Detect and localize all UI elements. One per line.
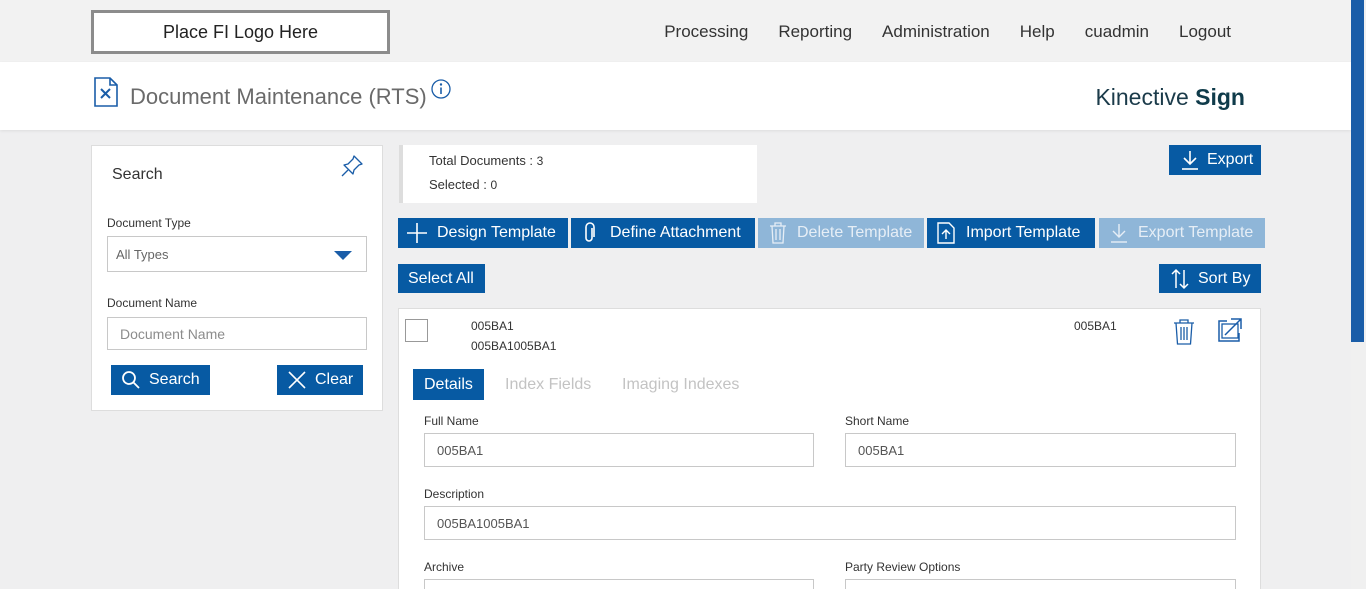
sort-icon: [1171, 268, 1189, 289]
clear-button[interactable]: Clear: [277, 365, 363, 395]
file-upload-icon: [937, 222, 955, 244]
plus-icon: [407, 223, 427, 243]
kinective-sign-brand: Kinective Sign: [1095, 84, 1245, 111]
document-code: 005BA1: [471, 319, 514, 333]
search-panel-title: Search: [112, 166, 163, 183]
import-template-label: Import Template: [966, 224, 1081, 241]
total-documents-label: Total Documents :: [429, 153, 537, 168]
main-nav: Processing Reporting Administration Help…: [664, 22, 1231, 42]
select-all-button[interactable]: Select All: [398, 264, 485, 293]
document-subtitle: 005BA1005BA1: [471, 339, 557, 353]
import-template-button[interactable]: Import Template: [927, 218, 1095, 248]
document-name-input[interactable]: [107, 317, 367, 350]
total-documents-count: 3: [536, 154, 544, 168]
party-review-options-label: Party Review Options: [845, 560, 961, 574]
define-attachment-label: Define Attachment: [610, 224, 741, 241]
download-icon: [1111, 224, 1127, 243]
paperclip-icon: [585, 222, 595, 242]
nav-help[interactable]: Help: [1020, 22, 1055, 42]
export-button-label: Export: [1207, 151, 1254, 168]
brand-text-bold: Sign: [1195, 84, 1245, 110]
nav-processing[interactable]: Processing: [664, 22, 748, 42]
total-documents: Total Documents : 3: [429, 153, 543, 168]
document-type-label: Document Type: [107, 216, 191, 230]
document-summary: Total Documents : 3 Selected : 0: [399, 145, 757, 203]
search-button-label: Search: [149, 371, 200, 388]
document-card: 005BA1 005BA1005BA1 005BA1 Details Index…: [398, 308, 1261, 589]
define-attachment-button[interactable]: Define Attachment: [571, 218, 755, 248]
selected-documents: Selected : 0: [429, 177, 497, 192]
fi-logo-placeholder: Place FI Logo Here: [91, 10, 390, 54]
select-all-label: Select All: [408, 269, 474, 287]
search-panel: Search Document Type All Types Document …: [91, 145, 383, 411]
nav-administration[interactable]: Administration: [882, 22, 990, 42]
open-external-icon[interactable]: [1217, 317, 1243, 348]
sort-by-button[interactable]: Sort By: [1159, 264, 1261, 293]
nav-user-menu[interactable]: cuadmin: [1085, 22, 1149, 42]
short-name-field[interactable]: 005BA1: [845, 433, 1236, 467]
search-button[interactable]: Search: [111, 365, 210, 395]
chevron-down-icon: [334, 251, 352, 260]
full-name-label: Full Name: [424, 414, 479, 428]
download-icon: [1182, 151, 1198, 170]
description-field[interactable]: 005BA1005BA1: [424, 506, 1236, 540]
nav-reporting[interactable]: Reporting: [778, 22, 852, 42]
document-type-value: All Types: [116, 247, 169, 262]
scrollbar-thumb[interactable]: [1351, 0, 1364, 342]
close-icon: [288, 371, 306, 389]
pin-icon[interactable]: [340, 154, 364, 183]
search-icon: [122, 371, 140, 389]
sort-by-label: Sort By: [1198, 269, 1251, 287]
export-template-button[interactable]: Export Template: [1099, 218, 1265, 248]
delete-template-button[interactable]: Delete Template: [758, 218, 924, 248]
trash-icon[interactable]: [1173, 319, 1195, 350]
archive-field[interactable]: [424, 579, 814, 589]
top-navigation-bar: Place FI Logo Here Processing Reporting …: [0, 0, 1351, 62]
tab-details[interactable]: Details: [413, 369, 484, 400]
tab-index-fields[interactable]: Index Fields: [494, 369, 602, 400]
page-header: Document Maintenance (RTS) Kinective Sig…: [0, 62, 1351, 130]
short-name-label: Short Name: [845, 414, 910, 428]
export-template-label: Export Template: [1138, 224, 1254, 241]
clear-button-label: Clear: [315, 371, 354, 388]
party-review-options-field[interactable]: [845, 579, 1236, 589]
delete-template-label: Delete Template: [797, 224, 913, 241]
archive-label: Archive: [424, 560, 465, 574]
selected-count: 0: [490, 178, 498, 192]
export-button[interactable]: Export: [1169, 145, 1261, 175]
selected-label: Selected :: [429, 177, 491, 192]
trash-icon: [770, 222, 786, 244]
document-short-code: 005BA1: [1074, 319, 1117, 333]
document-maintenance-icon: [93, 77, 119, 112]
document-type-select[interactable]: All Types: [107, 236, 367, 272]
design-template-label: Design Template: [437, 224, 556, 241]
design-template-button[interactable]: Design Template: [398, 218, 568, 248]
document-name-label: Document Name: [107, 296, 198, 310]
brand-text: Kinective: [1095, 84, 1196, 110]
info-icon[interactable]: [431, 79, 451, 104]
page-scrollbar[interactable]: [1351, 0, 1366, 589]
page-title: Document Maintenance (RTS): [130, 84, 427, 109]
nav-logout[interactable]: Logout: [1179, 22, 1231, 42]
full-name-field[interactable]: 005BA1: [424, 433, 814, 467]
document-select-checkbox[interactable]: [405, 319, 428, 342]
tab-imaging-indexes[interactable]: Imaging Indexes: [611, 369, 750, 400]
description-label: Description: [424, 487, 485, 501]
